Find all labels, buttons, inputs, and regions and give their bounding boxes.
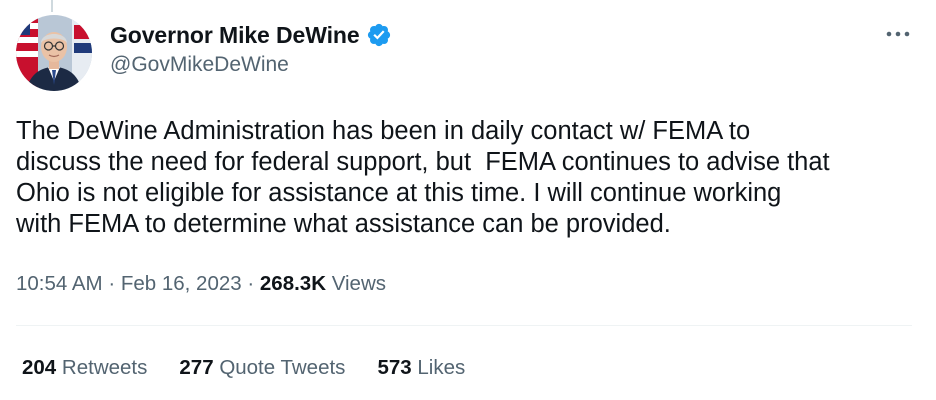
tweet-time[interactable]: 10:54 AM [16, 272, 103, 295]
avatar-image [16, 15, 92, 91]
engagement-stats: 204 Retweets 277 Quote Tweets 573 Likes [22, 354, 497, 382]
meta-separator: · [102, 272, 121, 295]
likes-stat[interactable]: 573 Likes [377, 354, 465, 382]
retweets-stat[interactable]: 204 Retweets [22, 354, 147, 382]
tweet-date[interactable]: Feb 16, 2023 [121, 272, 242, 295]
likes-count: 573 [377, 356, 412, 379]
quote-tweets-count: 277 [179, 356, 214, 379]
tweet-metadata: 10:54 AM · Feb 16, 2023 · 268.3K Views [16, 270, 386, 298]
author-display-name[interactable]: Governor Mike DeWine [110, 22, 360, 49]
author-block: Governor Mike DeWine @GovMikeDeWine [110, 19, 392, 77]
meta-separator: · [241, 272, 260, 295]
author-handle[interactable]: @GovMikeDeWine [110, 53, 392, 77]
retweets-count: 204 [22, 356, 57, 379]
name-row: Governor Mike DeWine [110, 19, 392, 51]
likes-label: Likes [417, 356, 466, 379]
views-label: Views [331, 272, 387, 295]
quote-tweets-stat[interactable]: 277 Quote Tweets [179, 354, 345, 382]
views-count: 268.3K [259, 272, 326, 295]
verified-badge-icon[interactable] [366, 22, 392, 48]
retweets-label: Retweets [61, 356, 148, 379]
more-options-icon[interactable] [884, 22, 912, 46]
tweet-text: The DeWine Administration has been in da… [16, 117, 830, 238]
tweet-card: Governor Mike DeWine @GovMikeDeWine The … [0, 0, 936, 400]
thread-connector-line [51, 0, 53, 12]
quote-tweets-label: Quote Tweets [219, 356, 346, 379]
avatar[interactable] [16, 15, 92, 91]
divider [16, 325, 912, 326]
